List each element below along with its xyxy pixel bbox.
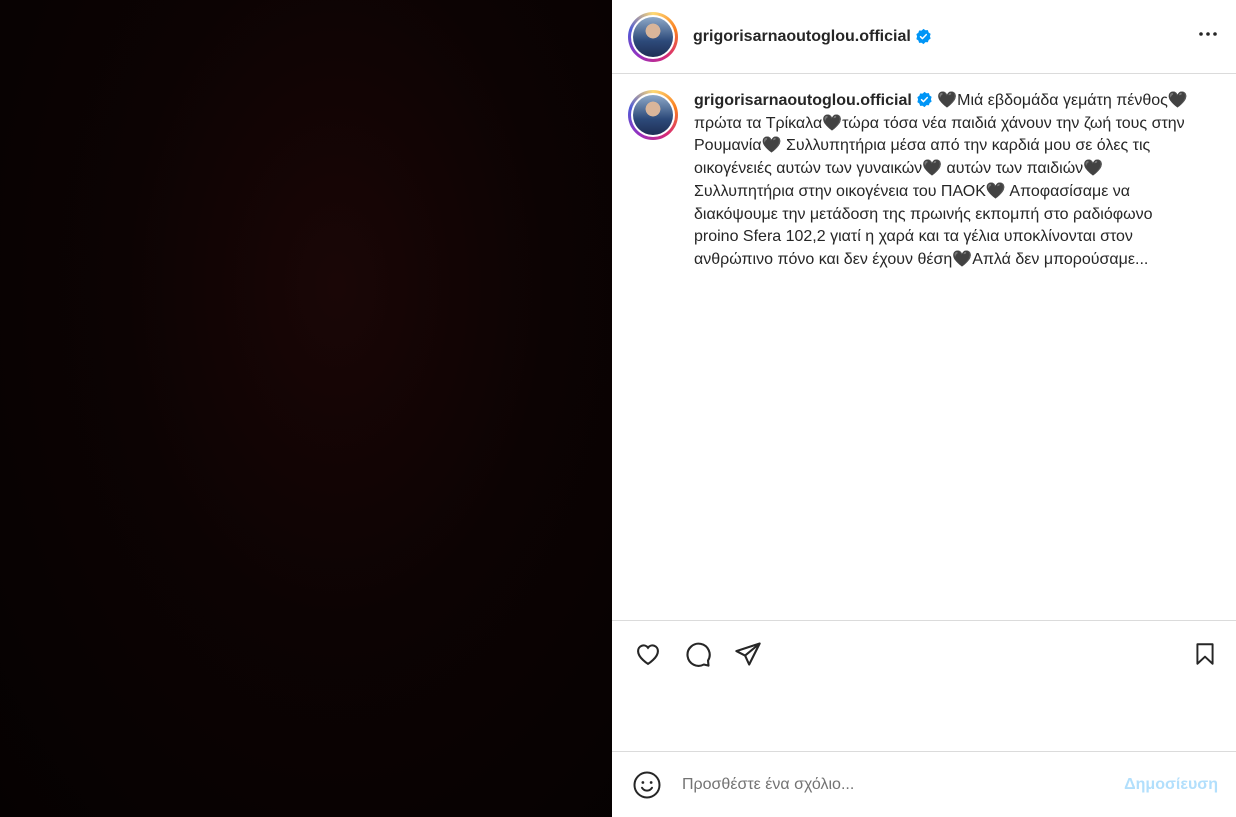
bookmark-icon[interactable] <box>1189 638 1221 670</box>
post-caption: grigorisarnaoutoglou.official 🖤Μιά εβδομ… <box>628 90 1220 272</box>
caption-username-link[interactable]: grigorisarnaoutoglou.official <box>694 92 912 109</box>
caption-profile-photo <box>633 95 673 135</box>
avatar[interactable] <box>628 11 678 62</box>
post-actions-bar <box>612 620 1236 752</box>
comment-composer: Δημοσίευση <box>612 752 1236 817</box>
caption-avatar[interactable] <box>628 90 678 140</box>
post-dialog: grigorisarnaoutoglou.official grigorisar… <box>0 0 1236 817</box>
emoji-icon[interactable] <box>632 770 662 800</box>
verified-badge-icon <box>916 28 931 45</box>
more-options-icon[interactable] <box>1196 22 1220 52</box>
post-comment-button[interactable]: Δημοσίευση <box>1124 776 1218 794</box>
post-media[interactable] <box>0 0 612 817</box>
caption-text-block: grigorisarnaoutoglou.official 🖤Μιά εβδομ… <box>694 90 1194 272</box>
comment-input[interactable] <box>680 774 1125 795</box>
caption-text: 🖤Μιά εβδομάδα γεμάτη πένθος🖤πρώτα τα Τρί… <box>694 92 1188 268</box>
profile-photo <box>633 16 673 57</box>
send-icon[interactable] <box>732 638 764 670</box>
post-side-panel: grigorisarnaoutoglou.official grigorisar… <box>612 0 1236 817</box>
username-link[interactable]: grigorisarnaoutoglou.official <box>693 28 911 46</box>
comment-icon[interactable] <box>682 638 714 670</box>
heart-icon[interactable] <box>632 638 664 670</box>
post-header: grigorisarnaoutoglou.official <box>612 0 1236 74</box>
caption-verified-badge-icon <box>917 91 932 108</box>
